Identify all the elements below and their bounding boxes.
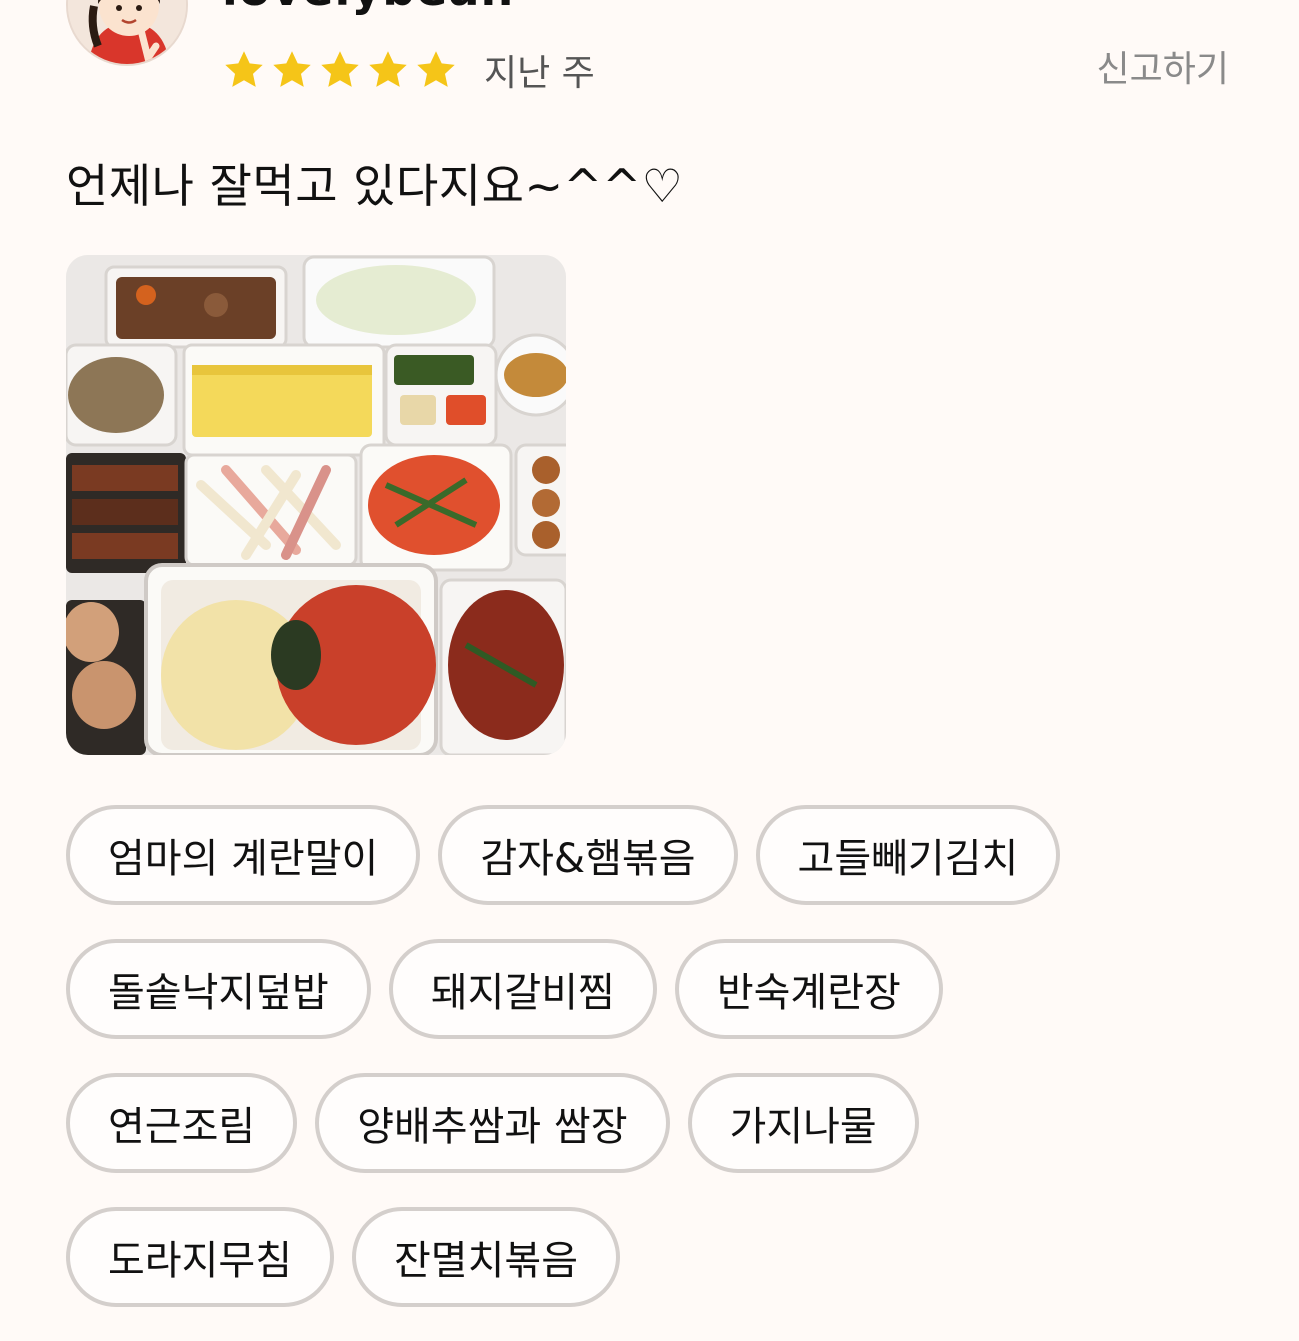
- menu-tag[interactable]: 감자&햄볶음: [438, 805, 738, 905]
- menu-tag[interactable]: 연근조림: [66, 1073, 298, 1173]
- menu-tag[interactable]: 반숙계란장: [674, 939, 943, 1039]
- menu-tag[interactable]: 양배추쌈과 쌈장: [315, 1073, 670, 1173]
- username[interactable]: lovelybean: [222, 0, 514, 16]
- review-photo[interactable]: [66, 255, 566, 755]
- menu-tag[interactable]: 가지나물: [687, 1073, 919, 1173]
- avatar-illustration: [68, 0, 186, 64]
- menu-tag[interactable]: 도라지무침: [66, 1207, 334, 1307]
- tag-row-1: 엄마의 계란말이 감자&햄볶음 고들빼기김치: [66, 805, 1226, 905]
- menu-tag[interactable]: 고들빼기김치: [755, 805, 1061, 905]
- menu-tag[interactable]: 잔멸치볶음: [352, 1207, 620, 1307]
- food-photo-illustration: [66, 255, 566, 755]
- tag-row-3: 연근조림 양배추쌈과 쌈장 가지나물: [66, 1073, 1226, 1173]
- report-button[interactable]: 신고하기: [1097, 44, 1229, 96]
- menu-tag[interactable]: 돌솥낙지덮밥: [66, 939, 371, 1039]
- menu-tag[interactable]: 엄마의 계란말이: [66, 805, 421, 905]
- user-avatar[interactable]: [66, 0, 188, 66]
- star-icon: [414, 48, 458, 92]
- tag-row-2: 돌솥낙지덮밥 돼지갈비찜 반숙계란장: [66, 939, 1226, 1039]
- star-icon: [270, 48, 314, 92]
- review-date: 지난 주: [484, 53, 595, 94]
- rating-row: 지난 주: [222, 44, 595, 96]
- tag-row-4: 도라지무침 잔멸치볶음: [66, 1207, 1226, 1307]
- menu-tag[interactable]: 돼지갈비찜: [388, 939, 657, 1039]
- star-icon: [222, 48, 266, 92]
- menu-tags: 엄마의 계란말이 감자&햄볶음 고들빼기김치 돌솥낙지덮밥 돼지갈비찜 반숙계란…: [66, 805, 1226, 1341]
- star-icon: [318, 48, 362, 92]
- star-icon: [366, 48, 410, 92]
- review-text: 언제나 잘먹고 있다지요~^^♡: [66, 159, 684, 213]
- star-rating: [222, 48, 458, 92]
